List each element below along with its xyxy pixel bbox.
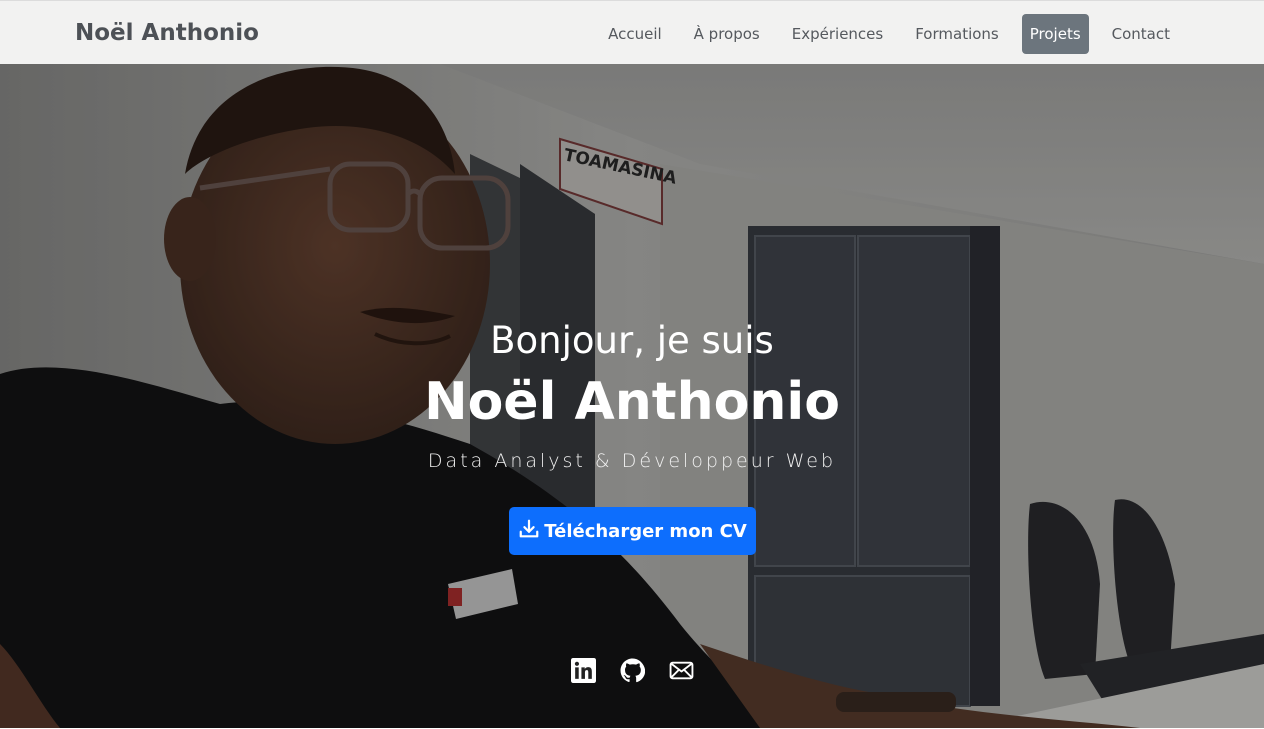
linkedin-icon[interactable] xyxy=(571,658,596,683)
brand-logo[interactable]: Noël Anthonio xyxy=(75,20,259,46)
download-cv-label: Télécharger mon CV xyxy=(544,520,747,542)
hero-name: Noël Anthonio xyxy=(424,372,840,432)
navbar: Noël Anthonio Accueil À propos Expérienc… xyxy=(0,0,1264,64)
social-links xyxy=(571,658,694,683)
nav-link-projets[interactable]: Projets xyxy=(1021,14,1089,54)
nav-link-contact[interactable]: Contact xyxy=(1096,14,1186,54)
hero-section: TOAMASINA Bonjour, je suis Noël Anthonio… xyxy=(0,64,1264,728)
nav-link-a-propos[interactable]: À propos xyxy=(678,14,776,54)
nav-link-accueil[interactable]: Accueil xyxy=(592,14,678,54)
envelope-icon[interactable] xyxy=(669,658,694,683)
nav-link-formations[interactable]: Formations xyxy=(899,14,1015,54)
download-icon xyxy=(518,518,540,545)
download-cv-button[interactable]: Télécharger mon CV xyxy=(509,507,756,555)
hero-subtitle: Data Analyst & Développeur Web xyxy=(427,450,837,472)
nav-links: Accueil À propos Expériences Formations … xyxy=(592,14,1186,54)
nav-link-experiences[interactable]: Expériences xyxy=(776,14,899,54)
hero-greeting: Bonjour, je suis xyxy=(490,319,774,362)
hero-content: Bonjour, je suis Noël Anthonio Data Anal… xyxy=(0,64,1264,728)
github-icon[interactable] xyxy=(620,658,645,683)
